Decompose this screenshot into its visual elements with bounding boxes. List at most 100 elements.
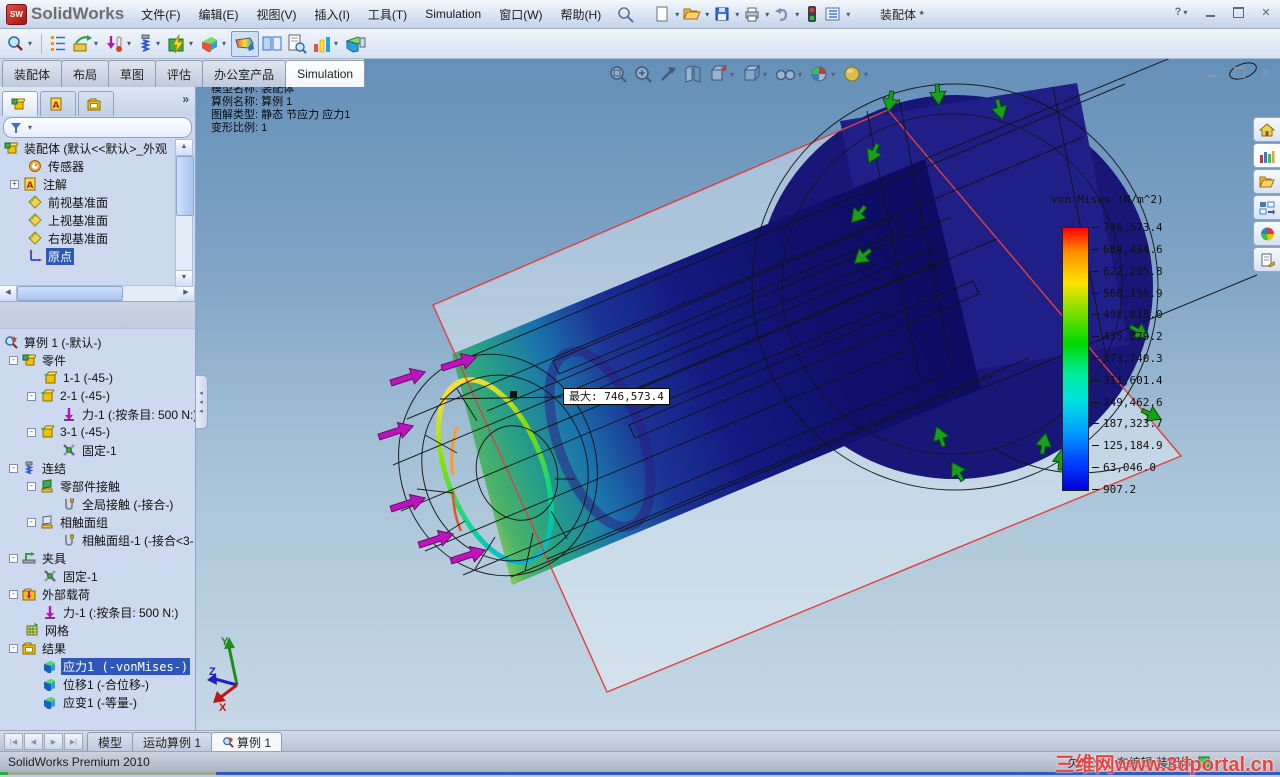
menu-help[interactable]: 帮助(H) (552, 3, 611, 26)
new-caret-icon[interactable]: ▾ (673, 10, 681, 19)
panel-more-tabs-icon[interactable]: » (182, 92, 189, 106)
study-row-fixed1[interactable]: 固定-1 (0, 441, 195, 459)
3d-model-scene[interactable] (195, 59, 1280, 730)
report-icon[interactable] (285, 32, 309, 56)
open-icon[interactable] (682, 4, 702, 24)
edit-appearance-icon[interactable]: ▾ (808, 63, 838, 85)
loads-advisor-icon[interactable]: ▾ (103, 32, 135, 56)
tab-model[interactable]: 模型 (87, 732, 134, 751)
view-orientation-icon[interactable]: ▾ (707, 63, 737, 85)
featuremanager-tab-icon[interactable] (2, 91, 38, 116)
apply-material-icon[interactable]: ▾ (70, 32, 102, 56)
scroll-up-icon[interactable]: ▲ (176, 140, 192, 156)
tab-study1[interactable]: 算例 1 (211, 732, 283, 751)
study-row-part1[interactable]: 1-1 (-45-) (0, 369, 195, 387)
tree-vertical-scrollbar[interactable]: ▲ ▼ (175, 139, 194, 287)
study-row-component-contact[interactable]: - 零部件接触 (0, 477, 195, 495)
scroll-left-icon[interactable]: ◀ (0, 286, 17, 301)
rebuild-icon[interactable] (802, 4, 822, 24)
study-row-external-loads[interactable]: - 外部载荷 (0, 585, 195, 603)
study-row-connections[interactable]: - 连结 (0, 459, 195, 477)
restore-button[interactable] (1228, 4, 1248, 20)
tab-office-products[interactable]: 办公室产品 (202, 60, 287, 87)
tab-sketch[interactable]: 草图 (108, 60, 157, 87)
collapse-icon[interactable]: - (27, 517, 36, 527)
study-row-fixtures[interactable]: - 夹具 (0, 549, 195, 567)
details-list-icon[interactable] (47, 32, 69, 56)
zoom-fit-icon[interactable] (607, 63, 629, 85)
tree-row-right-plane[interactable]: 右视基准面 (0, 229, 195, 247)
scroll-right-icon[interactable]: ▶ (178, 286, 195, 301)
nav-first-icon[interactable]: |◀ (4, 733, 23, 750)
save-icon[interactable] (712, 4, 732, 24)
collapse-icon[interactable]: - (9, 355, 18, 365)
tree-row-origin[interactable]: 原点 (0, 247, 195, 265)
menu-file[interactable]: 文件(F) (132, 3, 189, 26)
study-row-mesh[interactable]: 网格 (0, 621, 195, 639)
study-row-contact-set[interactable]: - 相触面组 (0, 513, 195, 531)
tab-simulation[interactable]: Simulation (285, 60, 366, 87)
expand-icon[interactable]: + (10, 179, 19, 189)
options-icon[interactable] (823, 4, 843, 24)
menu-simulation[interactable]: Simulation (416, 4, 490, 24)
study-row-results[interactable]: - 结果 (0, 639, 195, 657)
menu-insert[interactable]: 插入(I) (306, 3, 359, 26)
study-row-stress1[interactable]: 应力1 (-vonMises-) (0, 657, 195, 675)
study-row-fixed1b[interactable]: 固定-1 (0, 567, 195, 585)
study-row-displacement1[interactable]: 位移1 (-合位移-) (0, 675, 195, 693)
save-caret-icon[interactable]: ▾ (733, 10, 741, 19)
plot-results-icon[interactable] (231, 30, 259, 57)
tree-row-annotations[interactable]: + 注解 (0, 175, 195, 193)
apply-scene-icon[interactable]: ▾ (841, 63, 871, 85)
scrollbar-thumb[interactable] (176, 156, 194, 216)
configurationmanager-tab-icon[interactable] (78, 91, 114, 116)
collapse-icon[interactable]: - (27, 481, 36, 491)
doc-restore-button[interactable] (1230, 65, 1248, 79)
tree-row-front-plane[interactable]: 前视基准面 (0, 193, 195, 211)
tab-motion-study[interactable]: 运动算例 1 (132, 732, 213, 751)
menu-window[interactable]: 窗口(W) (490, 3, 551, 26)
close-button[interactable]: ✕ (1256, 4, 1276, 20)
plot-tools-icon[interactable]: ▾ (310, 32, 342, 56)
propertymanager-tab-icon[interactable] (40, 91, 76, 116)
simulation-advisor-icon[interactable]: ▾ (4, 32, 36, 56)
zoom-area-icon[interactable] (632, 63, 654, 85)
tree-row-root[interactable]: 装配体 (默认<<默认>_外观 (0, 139, 195, 157)
study-row-strain1[interactable]: 应变1 (-等量-) (0, 693, 195, 711)
menu-tools[interactable]: 工具(T) (359, 3, 416, 26)
view-palette-icon[interactable] (1253, 195, 1280, 220)
collapse-icon[interactable]: - (9, 553, 18, 563)
nav-prev-icon[interactable]: ◀ (24, 733, 43, 750)
nav-next-icon[interactable]: ▶ (44, 733, 63, 750)
scrollbar-thumb[interactable] (17, 286, 123, 301)
design-library-icon[interactable] (1253, 143, 1280, 168)
resources-home-icon[interactable] (1253, 117, 1280, 142)
study-row-force1[interactable]: 力-1 (:按条目: 500 N:) (0, 405, 195, 423)
panel-splitter-handle[interactable]: ◂ ◂ ◂ (195, 375, 208, 429)
tree-horizontal-scrollbar[interactable]: ◀ ▶ (0, 285, 195, 301)
custom-properties-icon[interactable] (1253, 247, 1280, 272)
print-caret-icon[interactable]: ▾ (763, 10, 771, 19)
tab-layout[interactable]: 布局 (61, 60, 110, 87)
study-row-contact-set-1[interactable]: 相触面组-1 (-接合<3- (0, 531, 195, 549)
hide-show-items-icon[interactable]: ▾ (773, 63, 805, 85)
scroll-down-icon[interactable]: ▼ (176, 270, 192, 286)
section-view-icon[interactable] (682, 63, 704, 85)
display-style-icon[interactable]: ▾ (740, 63, 770, 85)
undo-caret-icon[interactable]: ▾ (793, 10, 801, 19)
collapse-icon[interactable]: - (27, 391, 36, 401)
tree-filter-input[interactable]: ▾ (3, 117, 192, 138)
undo-icon[interactable] (772, 4, 792, 24)
tab-evaluate[interactable]: 评估 (155, 60, 204, 87)
tree-row-sensors[interactable]: 传感器 (0, 157, 195, 175)
study-row-root[interactable]: 算例 1 (-默认-) (0, 333, 195, 351)
doc-minimize-button[interactable] (1203, 65, 1221, 79)
help-button[interactable]: ? ▾ (1172, 4, 1192, 20)
study-row-parts[interactable]: - 零件 (0, 351, 195, 369)
study-row-force1b[interactable]: 力-1 (:按条目: 500 N:) (0, 603, 195, 621)
menu-view[interactable]: 视图(V) (248, 3, 306, 26)
collapse-icon[interactable]: - (9, 589, 18, 599)
deformed-result-icon[interactable] (343, 32, 369, 56)
print-icon[interactable] (742, 4, 762, 24)
open-caret-icon[interactable]: ▾ (703, 10, 711, 19)
